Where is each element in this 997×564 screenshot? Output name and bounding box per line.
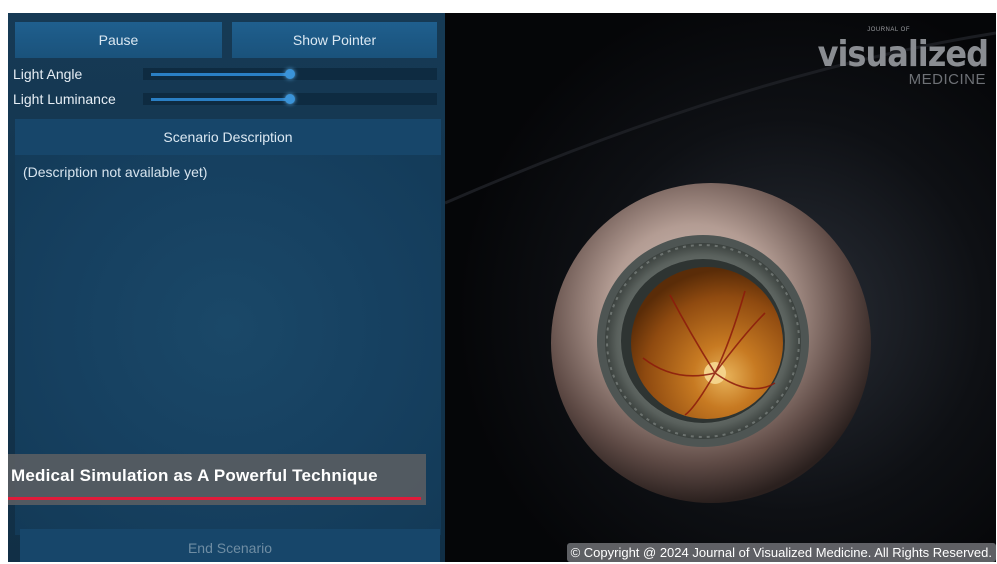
show-pointer-button[interactable]: Show Pointer: [232, 22, 437, 58]
pause-button[interactable]: Pause: [15, 22, 222, 58]
caption-underline: [8, 497, 421, 500]
slider-fill: [151, 73, 290, 76]
scenario-description-header: Scenario Description: [15, 119, 441, 155]
logo-big-text: visualized: [817, 33, 989, 75]
video-frame: Pause Show Pointer Light Angle Light Lum…: [8, 13, 996, 562]
light-luminance-label: Light Luminance: [13, 91, 116, 107]
control-panel: Pause Show Pointer Light Angle Light Lum…: [8, 13, 445, 562]
light-angle-slider[interactable]: [143, 68, 437, 80]
scenario-description-text: (Description not available yet): [23, 164, 208, 180]
light-luminance-slider[interactable]: [143, 93, 437, 105]
logo-sub-text: MEDICINE: [908, 71, 986, 88]
eye-simulation-view[interactable]: JOURNAL OF visualized MEDICINE: [445, 13, 996, 562]
slider-knob[interactable]: [285, 69, 295, 79]
slider-fill: [151, 98, 290, 101]
logo-small-text: JOURNAL OF: [867, 27, 910, 33]
copyright-notice: © Copyright @ 2024 Journal of Visualized…: [566, 543, 996, 562]
journal-logo: JOURNAL OF visualized MEDICINE: [818, 21, 989, 96]
video-caption: Medical Simulation as A Powerful Techniq…: [8, 454, 426, 505]
light-luminance-row: Light Luminance: [13, 90, 438, 108]
slider-knob[interactable]: [285, 94, 295, 104]
end-scenario-button[interactable]: End Scenario: [20, 529, 440, 562]
light-angle-row: Light Angle: [13, 65, 438, 83]
caption-text: Medical Simulation as A Powerful Techniq…: [11, 466, 378, 485]
light-angle-label: Light Angle: [13, 66, 83, 82]
